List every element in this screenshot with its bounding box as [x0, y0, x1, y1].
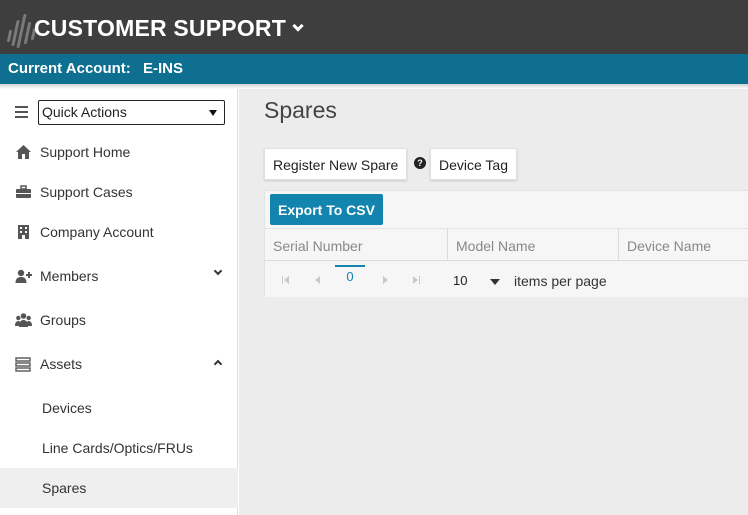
briefcase-icon: [16, 185, 31, 198]
page-size-label: items per page: [514, 273, 607, 289]
sidebar-item-company-account[interactable]: Company Account: [0, 212, 238, 252]
sidebar: Quick Actions Support Home Support Cases…: [0, 89, 238, 515]
sidebar-subitem-line-cards[interactable]: Line Cards/Optics/FRUs: [0, 428, 238, 468]
caret-down-icon: [209, 110, 217, 116]
caret-down-icon[interactable]: [490, 279, 500, 285]
chevron-up-icon: [213, 359, 223, 369]
sidebar-item-label: Assets: [40, 356, 83, 372]
grid-pager: 0 10 items per page: [265, 261, 748, 297]
device-tag-button[interactable]: Device Tag: [430, 148, 518, 180]
first-page-icon[interactable]: [281, 275, 291, 285]
previous-page-icon[interactable]: [313, 275, 323, 285]
last-page-icon[interactable]: [412, 275, 422, 285]
sidebar-item-support-home[interactable]: Support Home: [0, 132, 238, 172]
sidebar-item-label: Members: [40, 268, 99, 284]
server-icon: [15, 357, 31, 372]
main-content: Spares Register New Spare ? Device Tag E…: [239, 89, 748, 515]
export-csv-button[interactable]: Export To CSV: [270, 194, 383, 225]
sidebar-item-label: Company Account: [40, 224, 154, 240]
sidebar-subitem-label: Line Cards/Optics/FRUs: [42, 440, 193, 456]
hamburger-menu-icon[interactable]: [15, 106, 28, 118]
sidebar-subitem-devices[interactable]: Devices: [0, 388, 238, 428]
sidebar-item-label: Support Home: [40, 144, 131, 160]
quick-actions-select[interactable]: Quick Actions: [38, 100, 225, 125]
column-header-serial-number[interactable]: Serial Number: [265, 229, 362, 261]
sidebar-item-assets[interactable]: Assets: [0, 344, 238, 384]
help-icon[interactable]: ?: [414, 157, 426, 169]
sidebar-item-label: Groups: [40, 312, 86, 328]
grid-toolbar: Export To CSV: [265, 191, 748, 229]
page-title: Spares: [264, 97, 337, 123]
page-size-select[interactable]: 10: [453, 273, 467, 288]
sidebar-subitem-label: Devices: [42, 400, 92, 416]
account-label: Current Account:: [8, 60, 131, 77]
chevron-down-icon: [292, 20, 304, 32]
building-icon: [18, 225, 29, 239]
home-icon: [16, 145, 31, 159]
account-value: E-INS: [142, 60, 183, 77]
top-header: CUSTOMER SUPPORT: [0, 0, 748, 54]
sidebar-item-support-cases[interactable]: Support Cases: [0, 172, 238, 212]
current-page-number[interactable]: 0: [335, 265, 365, 289]
sidebar-item-members[interactable]: Members: [0, 256, 238, 296]
quick-actions-value: Quick Actions: [42, 104, 127, 120]
column-header-device-name[interactable]: Device Name: [619, 229, 711, 261]
user-plus-icon: [15, 269, 32, 283]
sidebar-subitem-spares[interactable]: Spares: [0, 468, 238, 508]
sidebar-subitem-label: Spares: [42, 480, 87, 496]
register-new-spare-button[interactable]: Register New Spare: [264, 148, 408, 180]
sidebar-item-label: Support Cases: [40, 184, 133, 200]
app-title-menu[interactable]: CUSTOMER SUPPORT: [34, 15, 304, 42]
next-page-icon[interactable]: [381, 275, 391, 285]
app-title: CUSTOMER SUPPORT: [34, 15, 286, 41]
logo-icon: [4, 8, 37, 50]
account-bar: Current Account: E-INS: [0, 54, 748, 84]
users-icon: [15, 313, 32, 327]
column-header-model-name[interactable]: Model Name: [448, 229, 535, 261]
sidebar-item-groups[interactable]: Groups: [0, 300, 238, 340]
spares-grid: Export To CSV Serial Number Model Name D…: [264, 190, 748, 297]
chevron-down-icon: [213, 266, 223, 276]
grid-header: Serial Number Model Name Device Name: [265, 229, 748, 261]
